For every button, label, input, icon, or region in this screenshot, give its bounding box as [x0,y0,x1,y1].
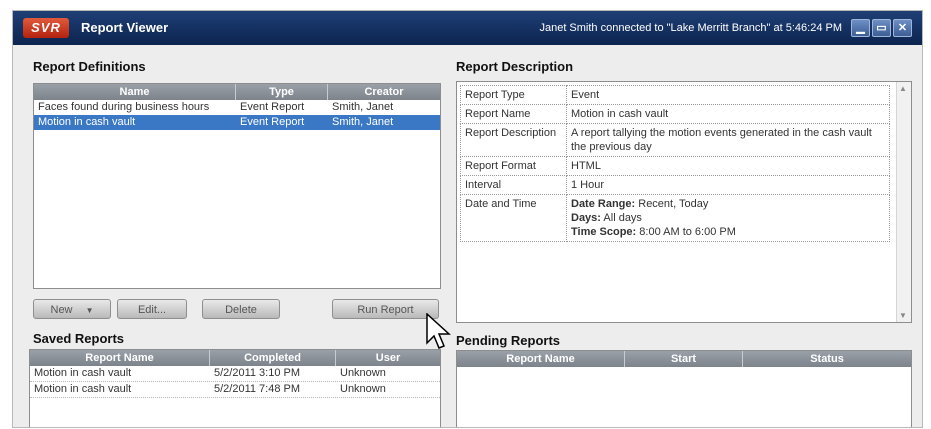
description-row-format: Report Format HTML [460,156,890,176]
field-value: Date Range: Recent, Today Days: All days… [566,194,890,242]
report-definitions-list[interactable]: Name Type Creator Faces found during bus… [33,83,441,289]
new-button[interactable]: New ▼ [33,299,111,319]
scroll-up-icon[interactable]: ▲ [899,84,907,93]
app-logo: SVR [23,18,69,38]
saved-reports-header: Report Name Completed User [30,350,440,366]
field-value: 1 Hour [566,175,890,195]
field-label: Report Format [460,156,567,176]
pending-reports-heading: Pending Reports [456,333,561,348]
definition-row-selected[interactable]: Motion in cash vault Event Report Smith,… [34,115,440,130]
report-description-table: Report Type Event Report Name Motion in ca… [460,85,890,242]
maximize-icon: ▭ [876,22,887,34]
report-viewer-window: SVR Report Viewer Janet Smith connected … [12,10,923,428]
time-scope-line: Time Scope: 8:00 AM to 6:00 PM [571,225,885,239]
column-header-user[interactable]: User [336,350,440,366]
title-bar: SVR Report Viewer Janet Smith connected … [13,11,922,45]
column-header-creator[interactable]: Creator [328,84,440,100]
definition-type: Event Report [240,116,305,128]
description-row-name: Report Name Motion in cash vault [460,104,890,124]
column-header-report-name[interactable]: Report Name [457,351,625,367]
window-title: Report Viewer [81,20,169,35]
days-value: All days [600,212,642,224]
days-line: Days: All days [571,211,885,225]
description-row-date-time: Date and Time Date Range: Recent, Today … [460,194,890,242]
saved-report-row[interactable]: Motion in cash vault 5/2/2011 7:48 PM Un… [30,382,440,398]
pending-reports-list[interactable]: Report Name Start Status [456,350,912,427]
run-report-button[interactable]: Run Report [332,299,439,319]
column-header-status[interactable]: Status [743,351,911,367]
report-description-panel: Report Type Event Report Name Motion in ca… [456,81,912,323]
definition-row[interactable]: Faces found during business hours Event … [34,100,440,115]
edit-button[interactable]: Edit... [117,299,187,319]
column-header-name[interactable]: Name [34,84,236,100]
date-range-line: Date Range: Recent, Today [571,197,885,211]
column-header-start[interactable]: Start [625,351,743,367]
column-header-completed[interactable]: Completed [210,350,336,366]
time-scope-value: 8:00 AM to 6:00 PM [636,226,736,238]
saved-report-user: Unknown [340,383,386,395]
field-label: Date and Time [460,194,567,242]
description-row-description: Report Description A report tallying the … [460,123,890,157]
column-header-report-name[interactable]: Report Name [30,350,210,366]
report-definitions-heading: Report Definitions [33,59,146,74]
close-icon: ✕ [897,22,908,34]
description-row-interval: Interval 1 Hour [460,175,890,195]
definition-creator: Smith, Janet [332,101,394,113]
delete-button[interactable]: Delete [202,299,280,319]
report-description-heading: Report Description [456,59,574,74]
close-button[interactable]: ✕ [893,19,912,37]
definition-name: Faces found during business hours [38,101,210,113]
definition-creator: Smith, Janet [332,116,394,128]
saved-report-completed: 5/2/2011 7:48 PM [214,383,301,395]
saved-reports-list[interactable]: Report Name Completed User Motion in cas… [29,349,441,427]
saved-report-name: Motion in cash vault [34,383,132,395]
mouse-cursor-icon [426,313,451,349]
column-header-type[interactable]: Type [236,84,328,100]
field-label: Report Name [460,104,567,124]
maximize-button[interactable]: ▭ [872,19,891,37]
scroll-down-icon[interactable]: ▼ [899,311,907,320]
days-label: Days: [571,212,601,224]
definitions-header: Name Type Creator [34,84,440,100]
minimize-button[interactable]: ▁ [851,19,870,37]
saved-report-name: Motion in cash vault [34,367,132,379]
new-button-label: New [50,304,73,316]
date-range-label: Date Range: [571,198,636,210]
connection-status: Janet Smith connected to "Lake Merritt B… [539,22,842,34]
minimize-icon: ▁ [856,22,865,34]
saved-report-row[interactable]: Motion in cash vault 5/2/2011 3:10 PM Un… [30,366,440,382]
saved-report-completed: 5/2/2011 3:10 PM [214,367,301,379]
pending-reports-header: Report Name Start Status [457,351,911,367]
saved-reports-heading: Saved Reports [33,331,125,346]
field-value: Event [566,85,890,105]
field-value: Motion in cash vault [566,104,890,124]
field-label: Report Type [460,85,567,105]
field-label: Interval [460,175,567,195]
field-label: Report Description [460,123,567,157]
field-value: HTML [566,156,890,176]
date-range-value: Recent, Today [635,198,709,210]
definition-type: Event Report [240,101,305,113]
definition-name: Motion in cash vault [38,116,136,128]
description-row-type: Report Type Event [460,85,890,105]
chevron-down-icon[interactable]: ▼ [86,306,94,315]
saved-report-user: Unknown [340,367,386,379]
time-scope-label: Time Scope: [571,226,637,238]
field-value: A report tallying the motion events gene… [566,123,890,157]
description-scrollbar[interactable]: ▲ ▼ [896,82,911,322]
